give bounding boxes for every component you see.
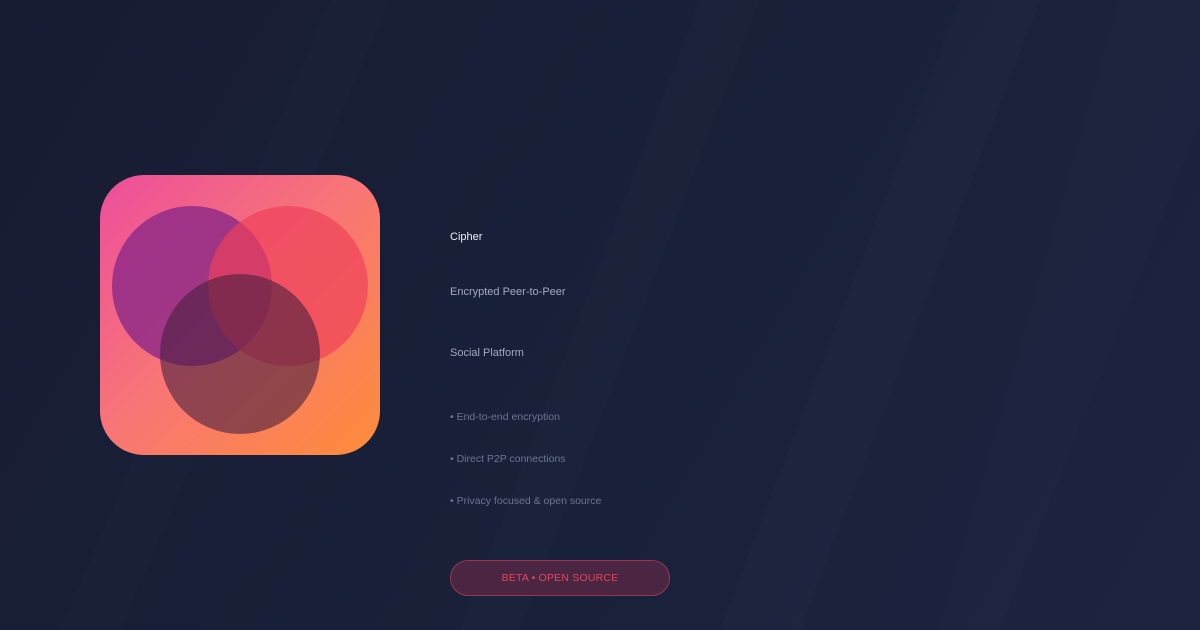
brand-name: Cipher xyxy=(450,231,483,243)
feature-item: • Privacy focused & open source xyxy=(450,495,602,507)
hero-text: Cipher Encrypted Peer-to-Peer Social Pla… xyxy=(450,0,1050,630)
feature-item: • End-to-end encryption xyxy=(450,411,560,423)
tagline-line-1: Encrypted Peer-to-Peer xyxy=(450,286,566,298)
tagline-line-2: Social Platform xyxy=(450,347,524,359)
app-logo xyxy=(100,175,380,455)
overlapping-circles-icon xyxy=(112,206,368,434)
feature-item: • Direct P2P connections xyxy=(450,453,566,465)
beta-open-source-badge: BETA • OPEN SOURCE xyxy=(450,560,670,596)
